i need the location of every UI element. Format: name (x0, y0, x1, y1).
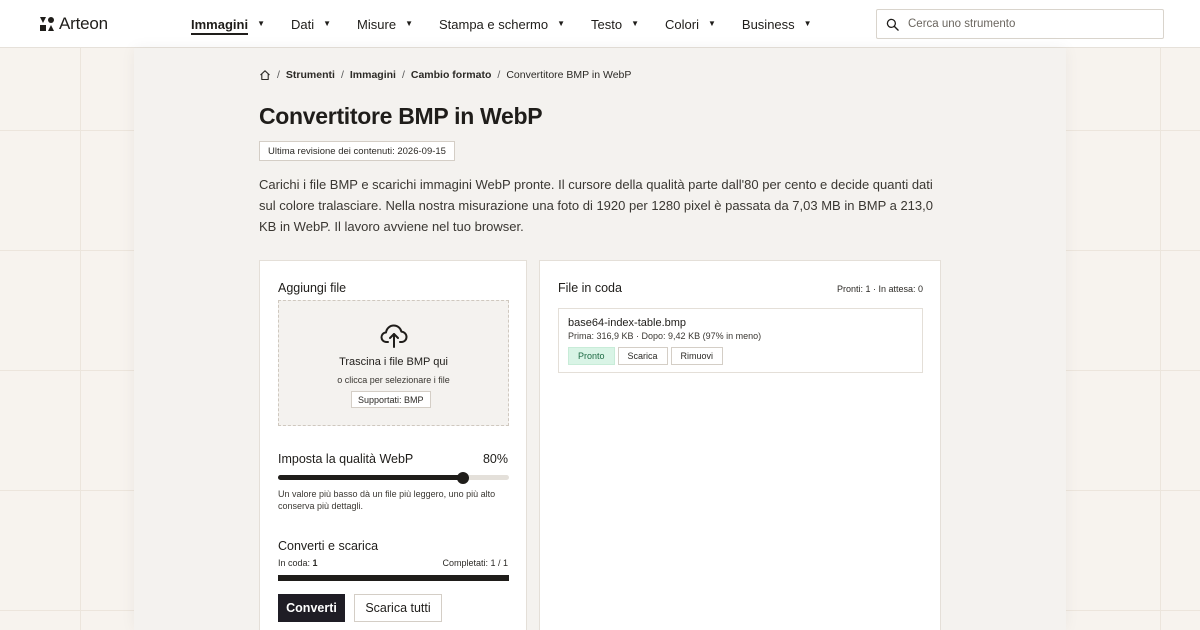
breadcrumb-separator: / (277, 69, 280, 81)
breadcrumb-separator: / (401, 69, 405, 81)
top-header: Arteon Immagini ▼ Dati ▼ Misure ▼ Stampa… (0, 0, 1200, 48)
search-input[interactable] (908, 18, 1148, 30)
logo-text: Arteon (59, 14, 108, 33)
completed-count: Completati: 1 / 1 (442, 558, 508, 568)
queue-card: File in coda Pronti: 1 · In attesa: 0 ba… (539, 260, 941, 630)
search-box[interactable] (876, 9, 1164, 39)
convert-button[interactable]: Converti (278, 594, 345, 622)
nav-label: Dati (291, 16, 315, 32)
caret-down-icon: ▼ (557, 18, 566, 28)
queue-count-value: 1 (312, 558, 318, 568)
queue-count-label: In coda: (278, 558, 311, 568)
caret-down-icon: ▼ (707, 18, 716, 28)
quality-slider[interactable] (278, 471, 509, 484)
convert-heading: Converti e scarica (278, 539, 379, 553)
arteon-logo-icon (40, 17, 54, 31)
search-icon (886, 18, 899, 31)
nav-label: Immagini (191, 16, 249, 32)
nav-item-business[interactable]: Business ▼ (742, 0, 812, 48)
caret-down-icon: ▼ (803, 18, 812, 28)
dropzone-title: Trascina i file BMP qui (339, 356, 448, 368)
file-dropzone[interactable]: Trascina i file BMP qui o clicca per sel… (278, 300, 509, 426)
nav-label: Misure (357, 16, 397, 32)
quality-slider-thumb[interactable] (456, 471, 469, 484)
quality-help-text: Un valore più basso dà un file più legge… (278, 489, 496, 511)
nav-item-testo[interactable]: Testo ▼ (591, 0, 639, 48)
conversion-progress-fill (278, 575, 509, 581)
supported-formats-badge: Supportati: BMP (351, 391, 431, 408)
breadcrumb: / Strumenti / Immagini / Cambio formato … (259, 69, 631, 81)
upload-card: Aggiungi file Trascina i file BMP qui o … (259, 260, 527, 630)
file-actions: Pronto Scarica Rimuovi (568, 347, 724, 365)
breadcrumb-item-strumenti[interactable]: Strumenti (286, 69, 335, 81)
remove-file-button[interactable]: Rimuovi (670, 347, 724, 365)
breadcrumb-item-immagini[interactable]: Immagini (350, 69, 396, 81)
home-icon[interactable] (259, 69, 271, 81)
dropzone-subtitle: o clicca per selezionare i file (337, 375, 450, 385)
file-name: base64-index-table.bmp (568, 317, 687, 329)
upload-heading: Aggiungi file (278, 281, 347, 295)
nav-label: Stampa e schermo (438, 16, 549, 32)
page-title: Convertitore BMP in WebP (259, 103, 543, 129)
nav-item-stampa-e-schermo[interactable]: Stampa e schermo ▼ (439, 0, 565, 48)
logo[interactable]: Arteon (39, 14, 108, 34)
breadcrumb-current: Convertitore BMP in WebP (506, 69, 632, 81)
caret-down-icon: ▼ (257, 18, 265, 28)
main-nav: Immagini ▼ Dati ▼ Misure ▼ Stampa e sche… (191, 0, 838, 48)
nav-label: Business (741, 16, 795, 32)
quality-value: 80% (482, 452, 508, 466)
revision-badge: Ultima revisione dei contenuti: 2026-09-… (259, 141, 455, 161)
file-size-info: Prima: 316,9 KB · Dopo: 9,42 KB (97% in … (568, 331, 762, 341)
upload-cloud-icon (380, 324, 408, 348)
status-badge: Pronto (568, 347, 615, 365)
breadcrumb-separator: / (497, 69, 501, 81)
quality-slider-fill (278, 475, 463, 480)
nav-label: Testo (591, 16, 623, 32)
breadcrumb-separator: / (340, 69, 344, 81)
nav-item-immagini[interactable]: Immagini ▼ (191, 0, 265, 48)
caret-down-icon: ▼ (405, 18, 413, 28)
caret-down-icon: ▼ (631, 18, 640, 28)
caret-down-icon: ▼ (323, 18, 332, 28)
queue-summary: Pronti: 1 · In attesa: 0 (836, 284, 923, 294)
download-file-button[interactable]: Scarica (617, 347, 668, 365)
download-all-button[interactable]: Scarica tutti (354, 594, 442, 622)
nav-label: Colori (665, 16, 699, 32)
conversion-progress-bar (278, 575, 509, 581)
breadcrumb-item-cambio-formato[interactable]: Cambio formato (411, 69, 492, 81)
quality-label: Imposta la qualità WebP (278, 452, 414, 466)
nav-item-misure[interactable]: Misure ▼ (357, 0, 413, 48)
main-panel: / Strumenti / Immagini / Cambio formato … (134, 48, 1066, 630)
queue-file-item: base64-index-table.bmp Prima: 316,9 KB ·… (558, 308, 923, 373)
queue-count: In coda: 1 (278, 558, 318, 568)
nav-item-colori[interactable]: Colori ▼ (665, 0, 716, 48)
queue-heading: File in coda (558, 281, 622, 295)
intro-text: Carichi i file BMP e scarichi immagini W… (259, 177, 933, 234)
nav-item-dati[interactable]: Dati ▼ (291, 0, 331, 48)
